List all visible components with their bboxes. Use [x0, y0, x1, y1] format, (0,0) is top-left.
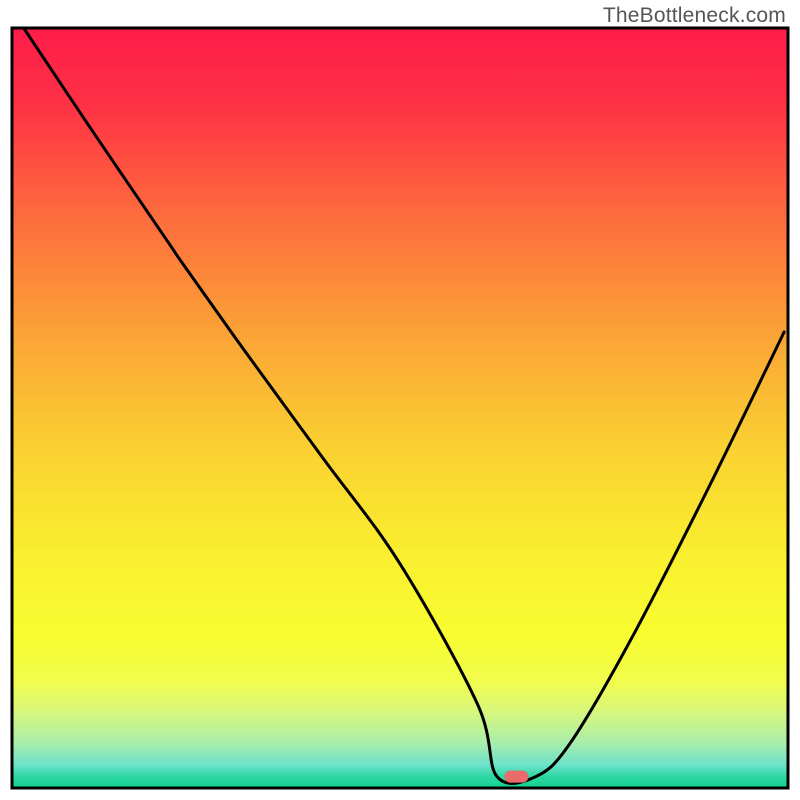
- watermark-label: TheBottleneck.com: [603, 4, 786, 28]
- plot-background: [12, 28, 788, 788]
- bottleneck-chart: [0, 0, 800, 800]
- optimal-marker: [504, 771, 528, 783]
- chart-container: TheBottleneck.com: [0, 0, 800, 800]
